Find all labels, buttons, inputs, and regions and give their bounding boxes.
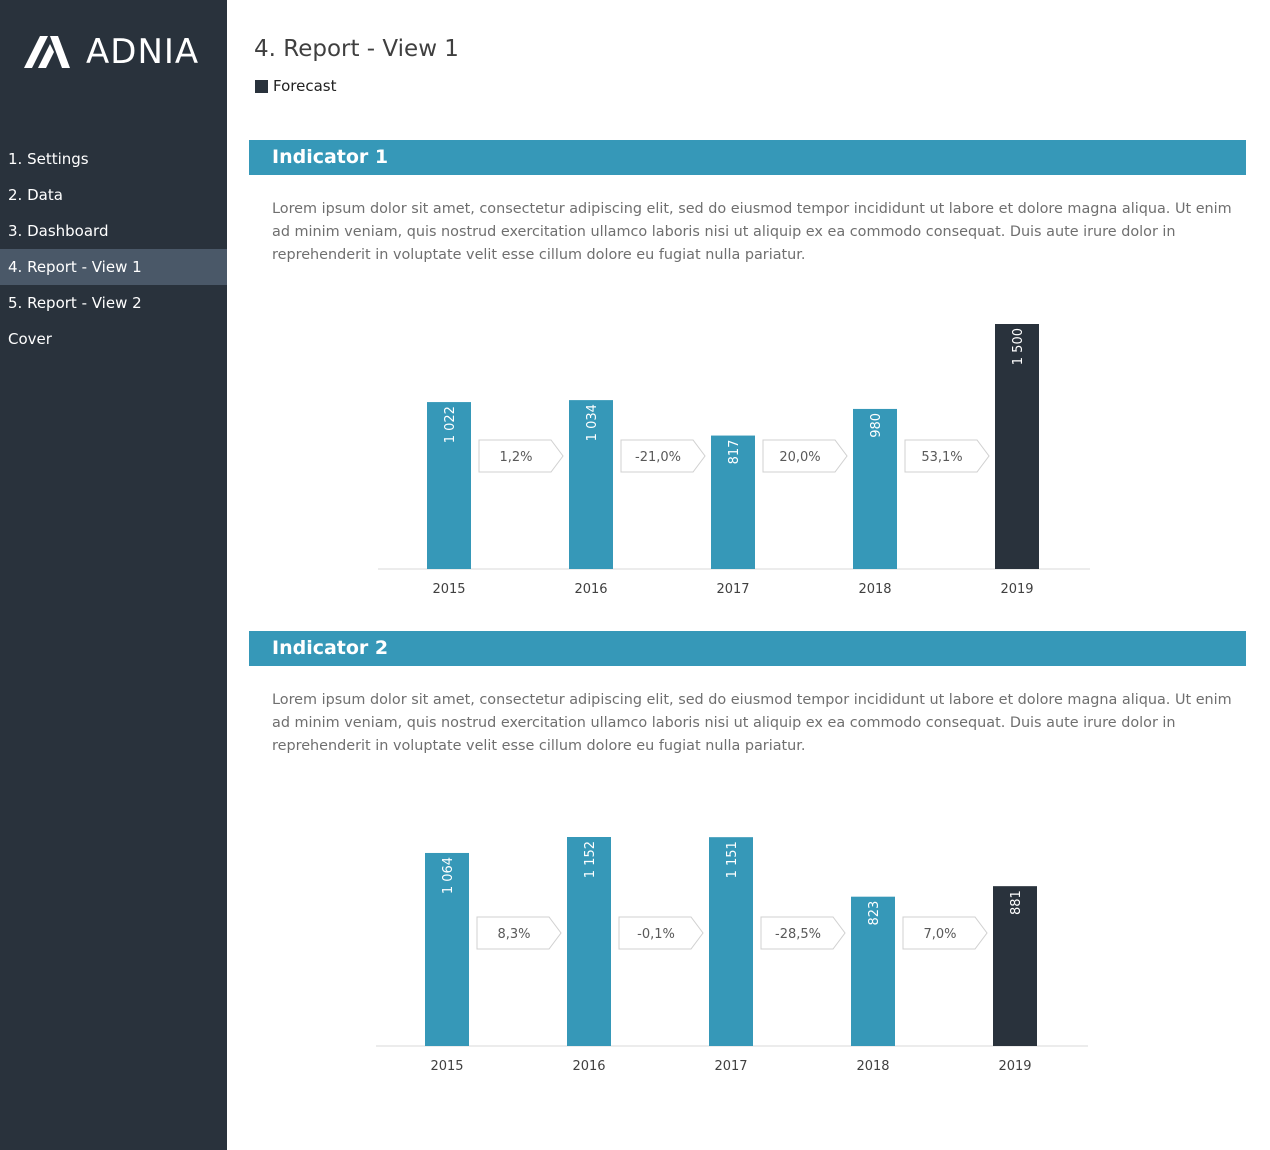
indicator-2-value-label-2015: 1 064 — [441, 857, 456, 894]
indicator-1-tick-label-2018: 2018 — [858, 582, 891, 597]
indicator-1-change-label-2: -21,0% — [635, 450, 681, 465]
sidebar-item-cover[interactable]: Cover — [0, 321, 227, 357]
indicator-1-value-label-2017: 817 — [727, 440, 742, 465]
legend-forecast-swatch — [255, 79, 268, 93]
indicator-1-tick-label-2015: 2015 — [432, 582, 465, 597]
indicator-1-section: Indicator 1 Lorem ipsum dolor sit amet, … — [249, 140, 1246, 267]
indicator-1-change-label-1: 1,2% — [499, 450, 532, 465]
indicator-1-title: Indicator 1 — [249, 140, 1246, 175]
sidebar-item-data[interactable]: 2. Data — [0, 177, 227, 213]
indicator-1-value-label-2018: 980 — [869, 413, 884, 438]
indicator-1-description: Lorem ipsum dolor sit amet, consectetur … — [272, 201, 1232, 263]
indicator-2-value-label-2016: 1 152 — [583, 841, 598, 878]
indicator-2-change-label-2: -0,1% — [637, 927, 675, 942]
indicator-2-tick-label-2018: 2018 — [856, 1059, 889, 1074]
indicator-2-chart: 1 064 2015 1 152 2016 1 151 2017 823 2018 881 201… — [368, 812, 1098, 1082]
indicator-1-change-label-3: 20,0% — [779, 450, 820, 465]
indicator-2-title: Indicator 2 — [249, 631, 1246, 666]
indicator-1-tick-label-2019: 2019 — [1000, 582, 1033, 597]
indicator-1-tick-label-2017: 2017 — [716, 582, 749, 597]
logo[interactable]: ADNIA — [24, 32, 199, 72]
sidebar-item-settings[interactable]: 1. Settings — [0, 141, 227, 177]
indicator-2-section: Indicator 2 Lorem ipsum dolor sit amet, … — [249, 631, 1246, 758]
indicator-1-value-label-2016: 1 034 — [585, 404, 600, 441]
indicator-2-tick-label-2015: 2015 — [430, 1059, 463, 1074]
indicator-1-value-label-2015: 1 022 — [443, 406, 458, 443]
sidebar-item-dashboard[interactable]: 3. Dashboard — [0, 213, 227, 249]
indicator-1-tick-label-2016: 2016 — [574, 582, 607, 597]
indicator-2-change-label-3: -28,5% — [775, 927, 821, 942]
indicator-2-chart-svg: 1 064 2015 1 152 2016 1 151 2017 823 2018 881 201… — [376, 837, 1088, 1074]
indicator-1-value-label-2019: 1 500 — [1011, 328, 1026, 365]
indicator-2-value-label-2017: 1 151 — [725, 841, 740, 878]
indicator-2-change-label-1: 8,3% — [497, 927, 530, 942]
page-title: 4. Report - View 1 — [254, 36, 459, 62]
indicator-2-change-label-4: 7,0% — [923, 927, 956, 942]
indicator-2-value-label-2019: 881 — [1009, 890, 1024, 915]
sidebar: ADNIA 1. Settings 2. Data 3. Dashboard 4… — [0, 0, 227, 1150]
indicator-1-chart: 1 022 2015 1 034 2016 817 2017 980 2018 1 500 201… — [370, 300, 1100, 605]
indicator-2-tick-label-2019: 2019 — [998, 1059, 1031, 1074]
sidebar-item-report-view-2[interactable]: 5. Report - View 2 — [0, 285, 227, 321]
indicator-1-change-label-4: 53,1% — [921, 450, 962, 465]
adnia-logo-icon — [24, 36, 70, 68]
logo-text: ADNIA — [86, 32, 200, 72]
legend: Forecast — [255, 77, 336, 95]
indicator-1-chart-svg: 1 022 2015 1 034 2016 817 2017 980 2018 1 500 201… — [378, 324, 1090, 597]
indicator-2-description: Lorem ipsum dolor sit amet, consectetur … — [272, 692, 1232, 754]
indicator-2-tick-label-2016: 2016 — [572, 1059, 605, 1074]
sidebar-item-report-view-1[interactable]: 4. Report - View 1 — [0, 249, 227, 285]
sidebar-nav: 1. Settings 2. Data 3. Dashboard 4. Repo… — [0, 141, 227, 357]
indicator-2-value-label-2018: 823 — [867, 901, 882, 926]
legend-forecast-label: Forecast — [273, 77, 337, 95]
indicator-2-tick-label-2017: 2017 — [714, 1059, 747, 1074]
